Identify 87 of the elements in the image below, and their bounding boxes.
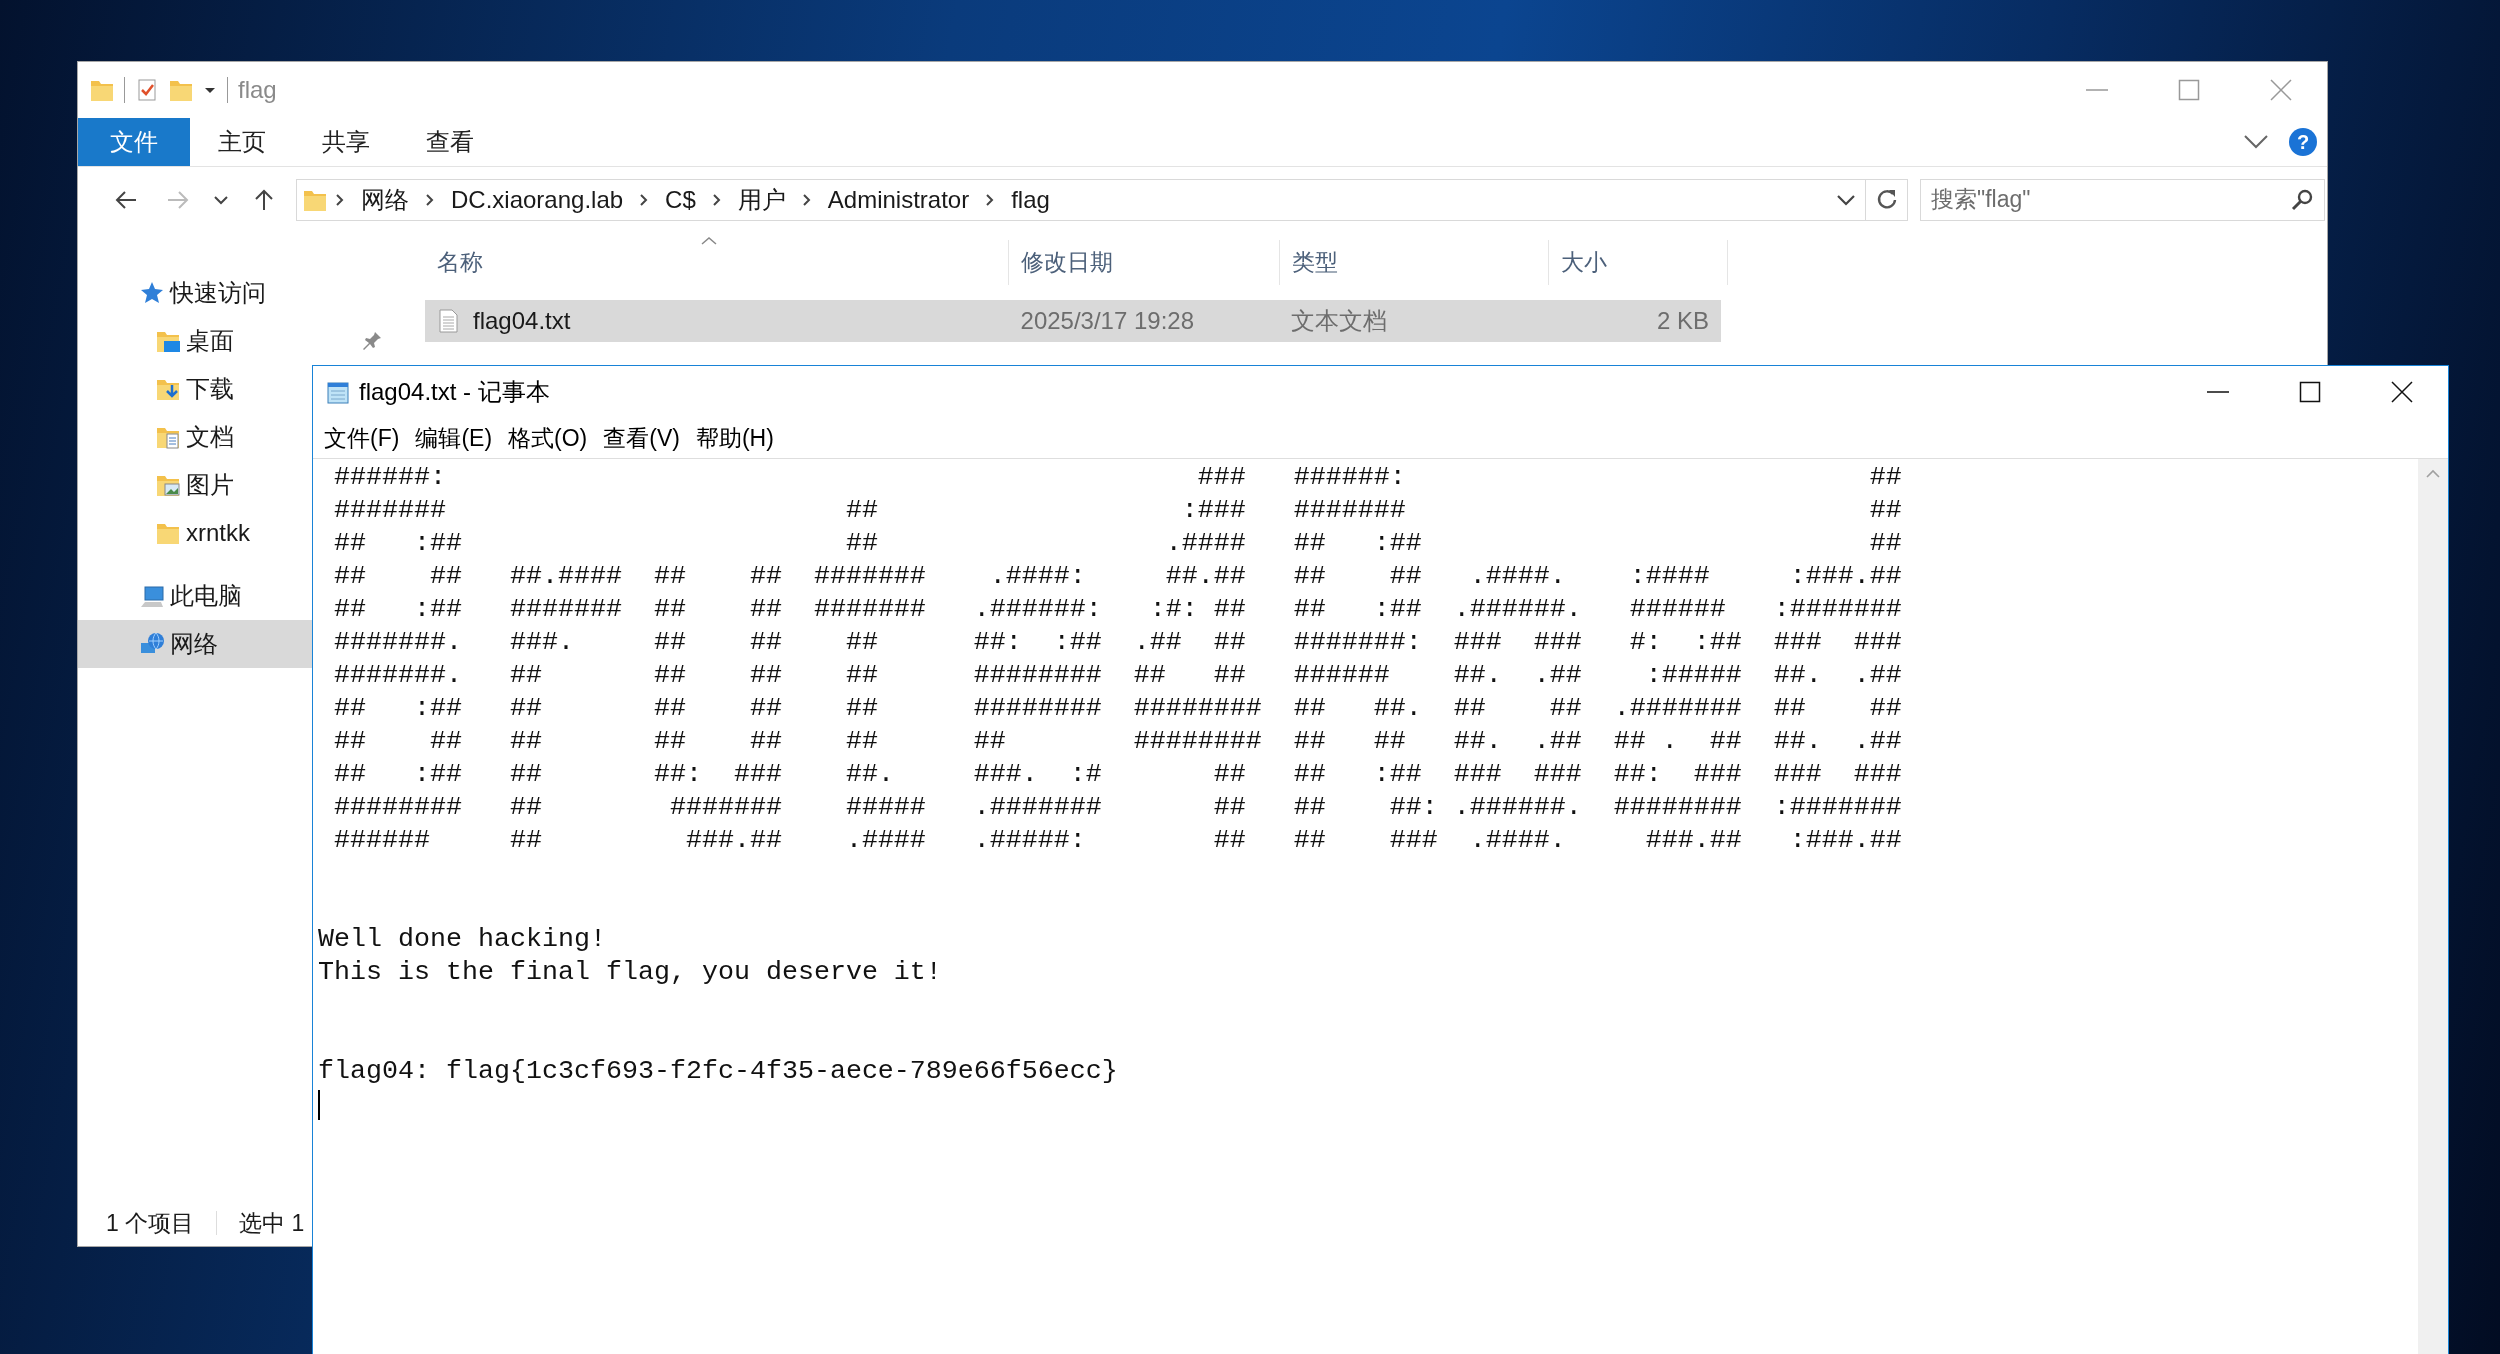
window-title: flag04.txt - 记事本 bbox=[359, 377, 550, 407]
scroll-bar[interactable] bbox=[2418, 459, 2448, 1354]
text-line: Well done hacking! bbox=[318, 923, 606, 956]
address-bar[interactable]: 网络 DC.xiaorang.lab C$ 用户 Administrator flag bbox=[296, 178, 1866, 221]
text-file-icon bbox=[437, 309, 459, 333]
nav-item[interactable]: 网络 bbox=[78, 620, 312, 668]
column-header[interactable]: 大小 bbox=[1549, 240, 1728, 285]
text-line: This is the final flag, you deserve it! bbox=[318, 956, 942, 989]
folder-icon bbox=[156, 473, 180, 497]
ascii-art-line: ## :## ## .#### ## :## ## bbox=[334, 527, 1902, 560]
sort-caret-icon bbox=[701, 236, 717, 246]
nav-item[interactable]: 快速访问 bbox=[78, 269, 312, 317]
menu-item[interactable]: 查看(V) bbox=[595, 420, 688, 456]
breadcrumb-item[interactable]: Administrator bbox=[819, 185, 978, 214]
chevron-down-icon[interactable] bbox=[1837, 193, 1855, 206]
minimize-icon bbox=[2207, 391, 2229, 393]
breadcrumb-item[interactable]: DC.xiaorang.lab bbox=[443, 185, 632, 214]
file-type: 文本文档 bbox=[1290, 306, 1389, 336]
close-icon bbox=[2391, 381, 2413, 403]
file-date: 2025/3/17 19:28 bbox=[1019, 307, 1196, 335]
text-cursor bbox=[318, 1089, 320, 1120]
file-size: 2 KB bbox=[1655, 307, 1710, 335]
maximize-icon bbox=[2178, 79, 2200, 101]
chevron-right-icon bbox=[801, 192, 812, 207]
ascii-art-line: ## :## ####### ## ## ####### .######: :#: ## ## :## .######. ###### :####### bbox=[334, 593, 1902, 626]
ascii-art-line: #######. ###. ## ## ## ##: :## .## ## #######: ### ### #: :## ### ### bbox=[334, 626, 1902, 659]
ascii-art-line: ###### ## ###.## .#### .#####: ## ## ### .####. ###.## :###.## bbox=[334, 824, 1902, 857]
pin-icon[interactable] bbox=[362, 331, 382, 351]
checklist-icon[interactable] bbox=[135, 78, 159, 102]
search-icon[interactable] bbox=[2291, 188, 2313, 211]
status-text: 选中 1 bbox=[239, 1208, 305, 1238]
column-header[interactable]: 名称 bbox=[425, 240, 1009, 285]
chevron-right-icon bbox=[335, 192, 345, 207]
ribbon-tab[interactable]: 文件 bbox=[78, 118, 190, 166]
nav-item[interactable]: 图片 bbox=[78, 461, 312, 509]
column-header[interactable]: 修改日期 bbox=[1009, 240, 1280, 285]
help-button[interactable]: ? bbox=[2289, 128, 2317, 156]
folder-icon bbox=[156, 329, 180, 353]
nav-item[interactable]: 此电脑 bbox=[78, 572, 312, 620]
ribbon-tab[interactable]: 查看 bbox=[398, 118, 502, 166]
folder-icon bbox=[156, 521, 180, 545]
nav-item[interactable]: 文档 bbox=[78, 413, 312, 461]
ribbon-tab[interactable]: 主页 bbox=[190, 118, 294, 166]
chevron-right-icon bbox=[425, 192, 435, 207]
nav-item[interactable]: 下载 bbox=[78, 365, 312, 413]
ascii-art-line: ## :## ## ## ## ## ######## ######## ## ##. ## ## .####### ## ## bbox=[334, 692, 1902, 725]
menu-item[interactable]: 文件(F) bbox=[316, 420, 408, 456]
ascii-art-line: #######. ## ## ## ## ######## ## ## ###### ##. .## :##### ##. .## bbox=[334, 659, 1902, 692]
breadcrumb-item[interactable]: 用户 bbox=[729, 183, 794, 216]
chevron-right-icon bbox=[985, 192, 996, 207]
ascii-art-line: ######## ## ####### ##### .####### ## ## ##: .######. ######## :####### bbox=[334, 791, 1902, 824]
star-icon bbox=[140, 281, 164, 305]
flag-text: flag04: flag{1c3cf693-f2fc-4f35-aece-789e66f56ecc} bbox=[318, 1055, 1118, 1088]
ascii-art-line: ## ## ## ## ## ## ## ######## ## ## ##. .## ## . ## ##. .## bbox=[334, 725, 1902, 758]
nav-item[interactable]: xrntkk bbox=[78, 509, 312, 557]
breadcrumb-item[interactable]: C$ bbox=[657, 185, 704, 214]
search-field[interactable]: 搜索"flag" bbox=[1920, 178, 2325, 221]
ascii-art-line: ## ## ##.#### ## ## ####### .####: ##.## ## ## .####. :#### :###.## bbox=[334, 560, 1902, 593]
close-icon bbox=[2270, 79, 2292, 101]
maximize-icon bbox=[2299, 381, 2321, 403]
menu-item[interactable]: 编辑(E) bbox=[407, 420, 501, 456]
ribbon-tab[interactable]: 共享 bbox=[294, 118, 398, 166]
minimize-icon bbox=[2086, 89, 2108, 91]
computer-icon bbox=[140, 584, 164, 608]
file-name: flag04.txt bbox=[425, 307, 1009, 335]
breadcrumb-item[interactable]: 网络 bbox=[353, 183, 417, 216]
folder-icon bbox=[156, 377, 180, 401]
refresh-button[interactable] bbox=[1866, 178, 1908, 221]
ascii-art-line: ######: ### ######: ## bbox=[334, 461, 1902, 494]
chevron-right-icon bbox=[711, 192, 722, 207]
chevron-down-icon bbox=[214, 194, 228, 205]
column-header[interactable]: 类型 bbox=[1280, 240, 1549, 285]
nav-item[interactable]: 桌面 bbox=[78, 317, 312, 365]
file-row[interactable]: flag04.txt 2025/3/17 19:28 文本文档 2 KB bbox=[425, 300, 1721, 342]
ascii-art-line: ####### ## :### ####### ## bbox=[334, 494, 1902, 527]
menu-item[interactable]: 格式(O) bbox=[500, 420, 596, 456]
window-title: flag bbox=[238, 76, 277, 104]
globe-icon bbox=[140, 632, 164, 656]
folder-icon bbox=[90, 78, 114, 102]
folder-icon bbox=[169, 78, 193, 102]
ascii-art-line: ## :## ## ##: ### ##. ###. :# ## ## :## ### ### ##: ### ### ### bbox=[334, 758, 1902, 791]
chevron-right-icon bbox=[639, 192, 650, 207]
folder-icon bbox=[156, 425, 180, 449]
breadcrumb-item[interactable]: flag bbox=[1003, 185, 1058, 214]
status-text: 1 个项目 bbox=[106, 1208, 195, 1238]
menu-item[interactable]: 帮助(H) bbox=[687, 420, 782, 456]
notepad-icon bbox=[325, 379, 351, 405]
